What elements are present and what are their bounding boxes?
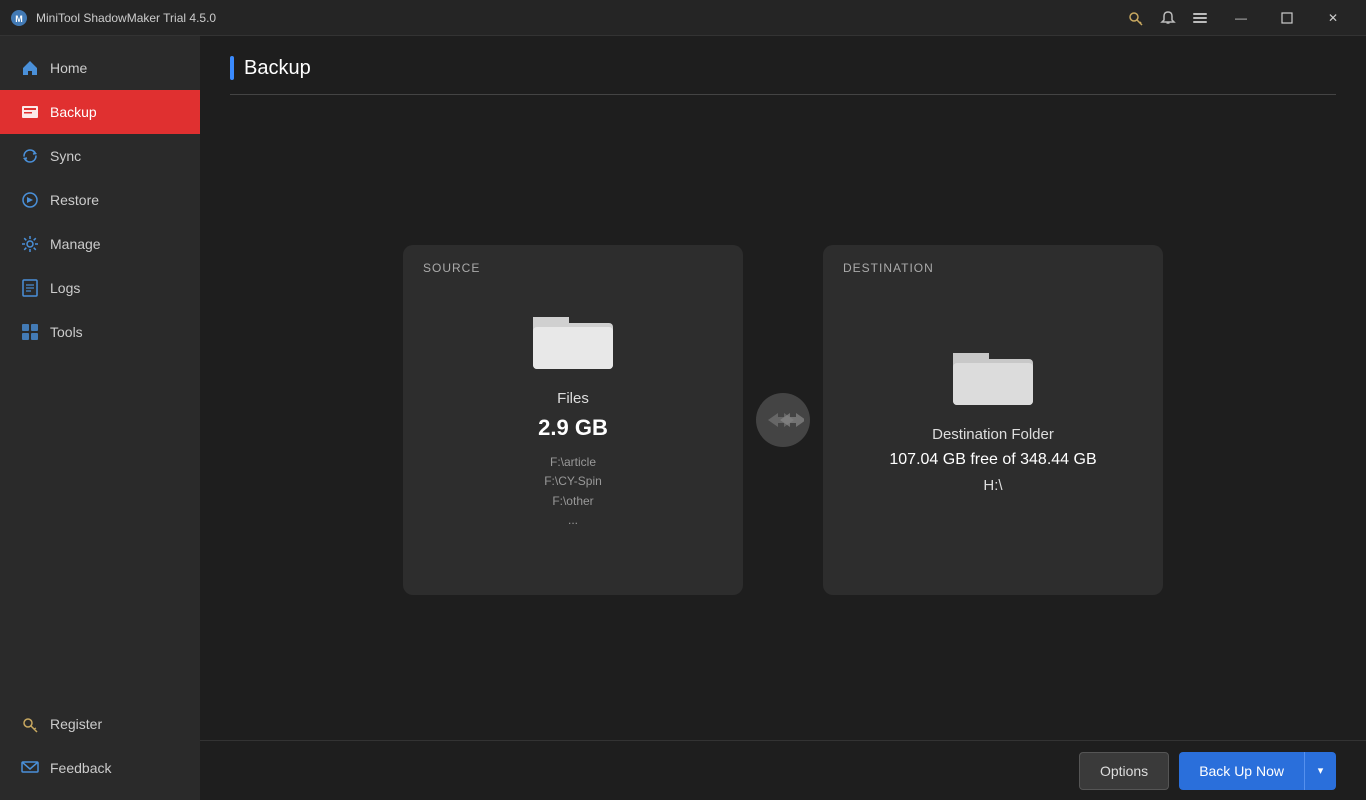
sidebar-item-restore[interactable]: Restore	[0, 178, 200, 222]
app-logo-icon: M	[10, 9, 28, 27]
menu-icon[interactable]	[1186, 4, 1214, 32]
sidebar-item-manage[interactable]: Manage	[0, 222, 200, 266]
header-accent-bar	[230, 56, 234, 80]
sidebar-label-backup: Backup	[50, 104, 97, 120]
source-label: SOURCE	[423, 261, 480, 275]
window-controls: — ✕	[1218, 0, 1356, 36]
sidebar-item-sync[interactable]: Sync	[0, 134, 200, 178]
home-icon	[20, 58, 40, 78]
destination-card[interactable]: DESTINATION Destination Folder 107.04 GB…	[823, 245, 1163, 595]
restore-icon	[20, 190, 40, 210]
arrow-area	[743, 393, 823, 447]
key-icon[interactable]	[1122, 4, 1150, 32]
logs-icon	[20, 278, 40, 298]
app-title: MiniTool ShadowMaker Trial 4.5.0	[36, 11, 216, 25]
backup-icon	[20, 102, 40, 122]
sidebar-item-logs[interactable]: Logs	[0, 266, 200, 310]
dropdown-arrow-icon: ▾	[1318, 764, 1324, 777]
backup-now-button[interactable]: Back Up Now	[1179, 752, 1304, 790]
sidebar-item-register[interactable]: Register	[0, 702, 200, 746]
sidebar-label-home: Home	[50, 60, 87, 76]
sidebar-label-restore: Restore	[50, 192, 99, 208]
page-title: Backup	[244, 57, 311, 80]
sidebar-item-backup[interactable]: Backup	[0, 90, 200, 134]
svg-text:M: M	[15, 14, 23, 24]
source-name: Files	[557, 390, 589, 407]
sidebar-item-feedback[interactable]: Feedback	[0, 746, 200, 790]
source-folder-icon	[533, 309, 613, 374]
content-area: Backup SOURCE Files 2.9	[200, 36, 1366, 740]
title-bar: M MiniTool ShadowMaker Trial 4.5.0	[0, 0, 1366, 36]
backup-dropdown-button[interactable]: ▾	[1304, 752, 1336, 790]
sync-icon	[20, 146, 40, 166]
destination-name: Destination Folder	[932, 426, 1054, 443]
sidebar: Home Backup Sync	[0, 36, 200, 800]
sidebar-label-register: Register	[50, 716, 102, 732]
main-layout: Home Backup Sync	[0, 36, 1366, 800]
backup-area: SOURCE Files 2.9 GB F:\article F:\CY-Sp	[230, 119, 1336, 720]
destination-free: 107.04 GB free of 348.44 GB	[889, 451, 1096, 469]
sidebar-bottom: Register Feedback	[0, 702, 200, 800]
sidebar-label-feedback: Feedback	[50, 760, 111, 776]
feedback-icon	[20, 758, 40, 778]
sidebar-item-home[interactable]: Home	[0, 46, 200, 90]
title-bar-left: M MiniTool ShadowMaker Trial 4.5.0	[10, 9, 216, 27]
sidebar-label-sync: Sync	[50, 148, 81, 164]
bottom-bar: Options Back Up Now ▾	[200, 740, 1366, 800]
source-size: 2.9 GB	[538, 415, 608, 441]
source-paths: F:\article F:\CY-Spin F:\other ...	[544, 453, 602, 530]
sidebar-label-tools: Tools	[50, 324, 83, 340]
destination-label: DESTINATION	[843, 261, 934, 275]
page-header: Backup	[230, 56, 1336, 95]
close-button[interactable]: ✕	[1310, 0, 1356, 36]
sidebar-label-manage: Manage	[50, 236, 101, 252]
backup-now-group: Back Up Now ▾	[1179, 752, 1336, 790]
destination-drive: H:\	[983, 477, 1002, 494]
tools-icon	[20, 322, 40, 342]
sidebar-item-tools[interactable]: Tools	[0, 310, 200, 354]
sidebar-label-logs: Logs	[50, 280, 80, 296]
manage-icon	[20, 234, 40, 254]
minimize-button[interactable]: —	[1218, 0, 1264, 36]
restore-button[interactable]	[1264, 0, 1310, 36]
register-icon	[20, 714, 40, 734]
arrow-icon	[756, 393, 810, 447]
notification-icon[interactable]	[1154, 4, 1182, 32]
source-card[interactable]: SOURCE Files 2.9 GB F:\article F:\CY-Sp	[403, 245, 743, 595]
destination-folder-icon	[953, 345, 1033, 410]
options-button[interactable]: Options	[1079, 752, 1169, 790]
